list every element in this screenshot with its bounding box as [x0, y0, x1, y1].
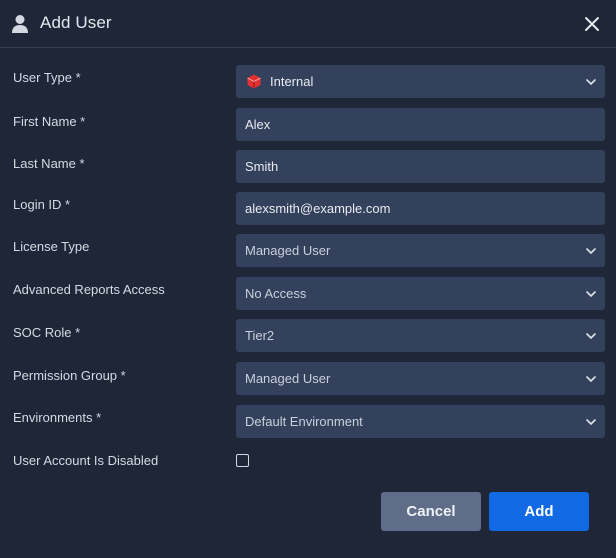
license-type-value: Managed User	[245, 243, 331, 258]
account-disabled-checkbox[interactable]	[236, 454, 249, 467]
permission-group-select[interactable]: Managed User	[236, 362, 605, 395]
cancel-button[interactable]: Cancel	[381, 492, 481, 531]
user-type-select[interactable]: Internal	[236, 65, 605, 98]
dialog-title: Add User	[40, 13, 112, 32]
last-name-value: Smith	[245, 159, 279, 174]
close-icon[interactable]	[583, 15, 601, 33]
permission-group-value: Managed User	[245, 371, 331, 386]
chevron-down-icon	[586, 79, 596, 86]
dialog-header: Add User	[0, 0, 616, 48]
advanced-reports-select[interactable]: No Access	[236, 277, 605, 310]
chevron-down-icon	[586, 376, 596, 383]
soc-role-value: Tier2	[245, 328, 275, 343]
soc-role-select[interactable]: Tier2	[236, 319, 605, 352]
environments-value: Default Environment	[245, 414, 363, 429]
advanced-reports-value: No Access	[245, 286, 307, 301]
add-button[interactable]: Add	[489, 492, 589, 531]
first-name-input[interactable]: Alex	[236, 108, 605, 141]
chevron-down-icon	[586, 291, 596, 298]
first-name-value: Alex	[245, 117, 271, 132]
license-type-select[interactable]: Managed User	[236, 234, 605, 267]
license-type-label: License Type	[13, 239, 90, 254]
last-name-label: Last Name *	[13, 156, 85, 171]
user-type-label: User Type *	[13, 70, 81, 85]
first-name-label: First Name *	[13, 114, 86, 129]
login-id-input[interactable]: alexsmith@example.com	[236, 192, 605, 225]
add-user-dialog: Add User User Type * Internal First Name…	[0, 0, 616, 558]
chevron-down-icon	[586, 333, 596, 340]
chevron-down-icon	[586, 419, 596, 426]
account-disabled-label: User Account Is Disabled	[13, 453, 159, 468]
environments-select[interactable]: Default Environment	[236, 405, 605, 438]
login-id-label: Login ID *	[13, 197, 71, 212]
advanced-reports-label: Advanced Reports Access	[13, 282, 165, 297]
user-icon	[12, 15, 28, 33]
last-name-input[interactable]: Smith	[236, 150, 605, 183]
internal-cube-icon	[247, 74, 261, 89]
chevron-down-icon	[586, 248, 596, 255]
permission-group-label: Permission Group *	[13, 368, 126, 383]
environments-label: Environments *	[13, 410, 102, 425]
login-id-value: alexsmith@example.com	[245, 201, 391, 216]
user-type-value: Internal	[270, 74, 314, 89]
soc-role-label: SOC Role *	[13, 325, 81, 340]
